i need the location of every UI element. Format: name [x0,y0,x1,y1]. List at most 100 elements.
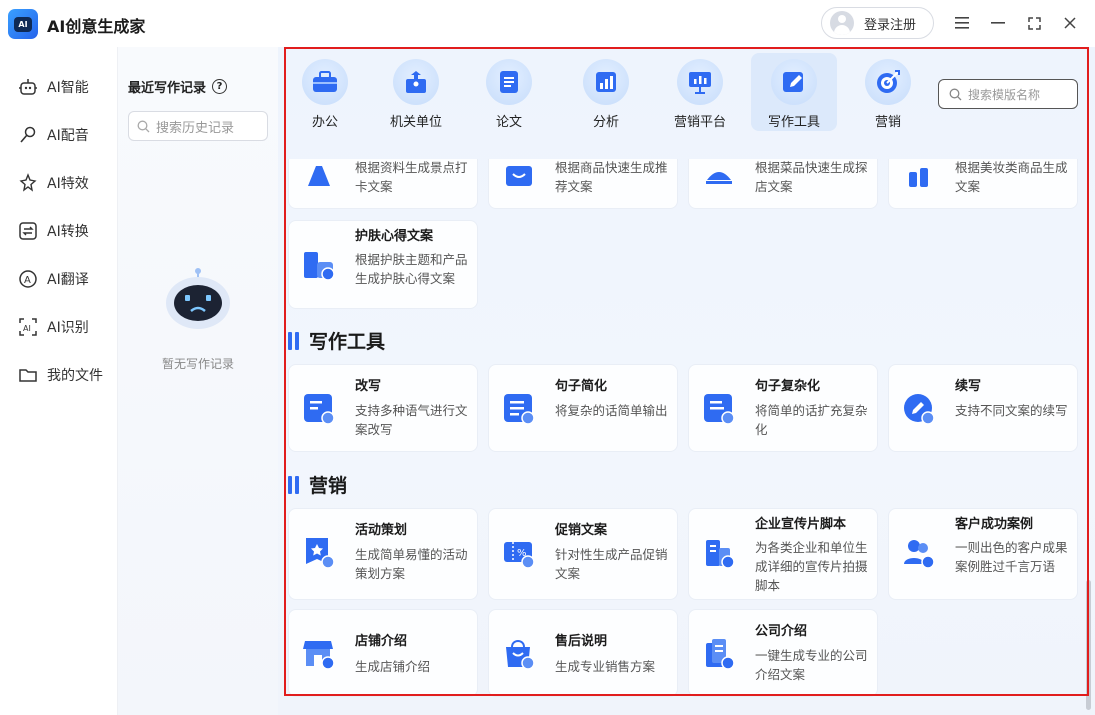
app-logo-text: AI [14,16,32,32]
template-card-complexify[interactable]: 句子复杂化 将简单的话扩充复杂化 [688,364,878,452]
building-icon [393,59,439,105]
card-title: 改写 [355,379,382,394]
tab-analysis[interactable]: 分析 [577,53,635,131]
main-area: 办公 机关单位 论文 分析 营销平台 写作工具 营销 搜索模版名称 根据资料生成… [278,47,1095,715]
simplify-icon [501,391,537,427]
translate-icon: A [18,269,38,289]
template-card-rewrite[interactable]: 改写 支持多种语气进行文案改写 [288,364,478,452]
section-title-text: 写作工具 [309,331,386,353]
event-icon [301,535,337,571]
nav-item-ai-smart[interactable]: AI智能 [18,77,89,97]
card-title: 续写 [955,379,982,394]
microphone-icon [18,125,38,145]
nav-item-my-files[interactable]: 我的文件 [18,365,103,385]
convert-icon [18,221,38,241]
robot-icon [18,77,38,97]
tab-label: 论文 [495,115,522,130]
history-search-input[interactable]: 搜索历史记录 [128,111,268,141]
history-title: 最近写作记录 ? [128,77,228,96]
category-bar: 办公 机关单位 论文 分析 营销平台 写作工具 营销 搜索模版名称 [278,47,1095,159]
template-card-simplify[interactable]: 句子简化 将复杂的话简单输出 [488,364,678,452]
app-logo: AI [8,9,38,39]
nav-item-ai-convert[interactable]: AI转换 [18,221,89,241]
tab-label: 营销平台 [673,115,726,130]
tab-office[interactable]: 办公 [296,53,354,131]
card-title: 句子复杂化 [755,379,821,394]
login-label: 登录注册 [864,17,917,33]
card-desc: 根据护肤主题和产品生成护肤心得文案 [355,252,468,286]
section-title-writing: 写作工具 [288,327,385,354]
svg-text:AI: AI [23,324,31,333]
tab-government[interactable]: 机关单位 [387,53,445,131]
briefcase-icon [302,59,348,105]
continue-writing-icon [901,391,937,427]
card-desc: 将简单的话扩充复杂化 [755,403,868,437]
template-card[interactable]: 根据美妆类商品生成文案 [888,159,1078,209]
tab-label: 写作工具 [767,115,820,130]
card-desc: 针对性生成产品促销文案 [555,547,668,581]
tab-paper[interactable]: 论文 [480,53,538,131]
close-icon[interactable] [1059,12,1081,34]
svg-text:A: A [24,275,31,286]
template-card-after-sales[interactable]: 售后说明 生成专业销售方案 [488,609,678,697]
tab-label: 机关单位 [389,115,442,130]
tab-label: 办公 [311,115,338,130]
card-desc: 生成专业销售方案 [555,659,656,674]
tab-marketing[interactable]: 营销 [859,53,917,131]
template-card-continue[interactable]: 续写 支持不同文案的续写 [888,364,1078,452]
template-card-customer-case[interactable]: 客户成功案例 一则出色的客户成果案例胜过千言万语 [888,508,1078,600]
nav-label: AI智能 [47,80,89,96]
title-bar: AI AI创意生成家 登录注册 [0,0,1095,47]
card-desc: 为各类企业和单位生成详细的宣传片拍摄脚本 [755,540,868,593]
template-card-skincare[interactable]: 护肤心得文案 根据护肤主题和产品生成护肤心得文案 [288,220,478,309]
tab-writing-tools[interactable]: 写作工具 [751,53,837,131]
scrollbar[interactable] [1086,580,1091,710]
minimize-icon[interactable] [987,12,1009,34]
nav-label: AI配音 [47,128,89,144]
nav-label: AI特效 [47,176,89,192]
nav-item-ai-voice[interactable]: AI配音 [18,125,89,145]
nav-item-ai-recognize[interactable]: AI AI识别 [18,317,89,337]
template-card-shop-intro[interactable]: 店铺介绍 生成店铺介绍 [288,609,478,697]
target-icon [865,59,911,105]
product-icon [501,159,537,194]
template-card[interactable]: 根据商品快速生成推荐文案 [488,159,678,209]
expand-text-icon [701,391,737,427]
template-search-placeholder: 搜索模版名称 [968,87,1041,102]
template-card-company-intro[interactable]: 公司介绍 一键生成专业的公司介绍文案 [688,609,878,697]
card-desc: 根据美妆类商品生成文案 [955,160,1068,194]
nav-item-ai-effects[interactable]: AI特效 [18,173,89,193]
tab-marketing-platform[interactable]: 营销平台 [671,53,729,131]
nav-item-ai-translate[interactable]: A AI翻译 [18,269,89,289]
nav-label: AI翻译 [47,272,89,288]
section-title-marketing: 营销 [288,471,347,498]
login-button[interactable]: 登录注册 [821,7,934,39]
history-panel: 最近写作记录 ? 搜索历史记录 暂无写作记录 [118,47,278,715]
help-icon[interactable]: ? [212,79,228,94]
card-title: 店铺介绍 [355,634,408,649]
company-building-icon [701,535,737,571]
robot-illustration [166,268,230,329]
users-icon [901,535,937,571]
search-icon [137,120,150,132]
company-doc-icon [701,636,737,672]
card-desc: 支持不同文案的续写 [955,403,1068,418]
template-card-promo-script[interactable]: 企业宣传片脚本 为各类企业和单位生成详细的宣传片拍摄脚本 [688,508,878,600]
history-title-text: 最近写作记录 [128,81,207,96]
template-list: 根据资料生成景点打卡文案 根据商品快速生成推荐文案 根据菜品快速生成探店文案 根… [278,159,1095,715]
template-card[interactable]: 根据菜品快速生成探店文案 [688,159,878,209]
dish-icon [701,159,737,194]
card-title: 客户成功案例 [955,517,1034,532]
template-card-promotion[interactable]: % 促销文案 针对性生成产品促销文案 [488,508,678,600]
nav-label: AI转换 [47,224,89,240]
template-card[interactable]: 根据资料生成景点打卡文案 [288,159,478,209]
tab-label: 营销 [874,115,901,130]
hamburger-icon[interactable] [951,12,973,34]
template-search-input[interactable]: 搜索模版名称 [938,79,1078,109]
maximize-icon[interactable] [1023,12,1045,34]
template-card-event-planning[interactable]: 活动策划 生成简单易懂的活动策划方案 [288,508,478,600]
nav-label: 我的文件 [47,368,103,384]
card-desc: 支持多种语气进行文案改写 [355,403,468,437]
skincare-icon [301,247,337,283]
app-title: AI创意生成家 [47,17,146,36]
